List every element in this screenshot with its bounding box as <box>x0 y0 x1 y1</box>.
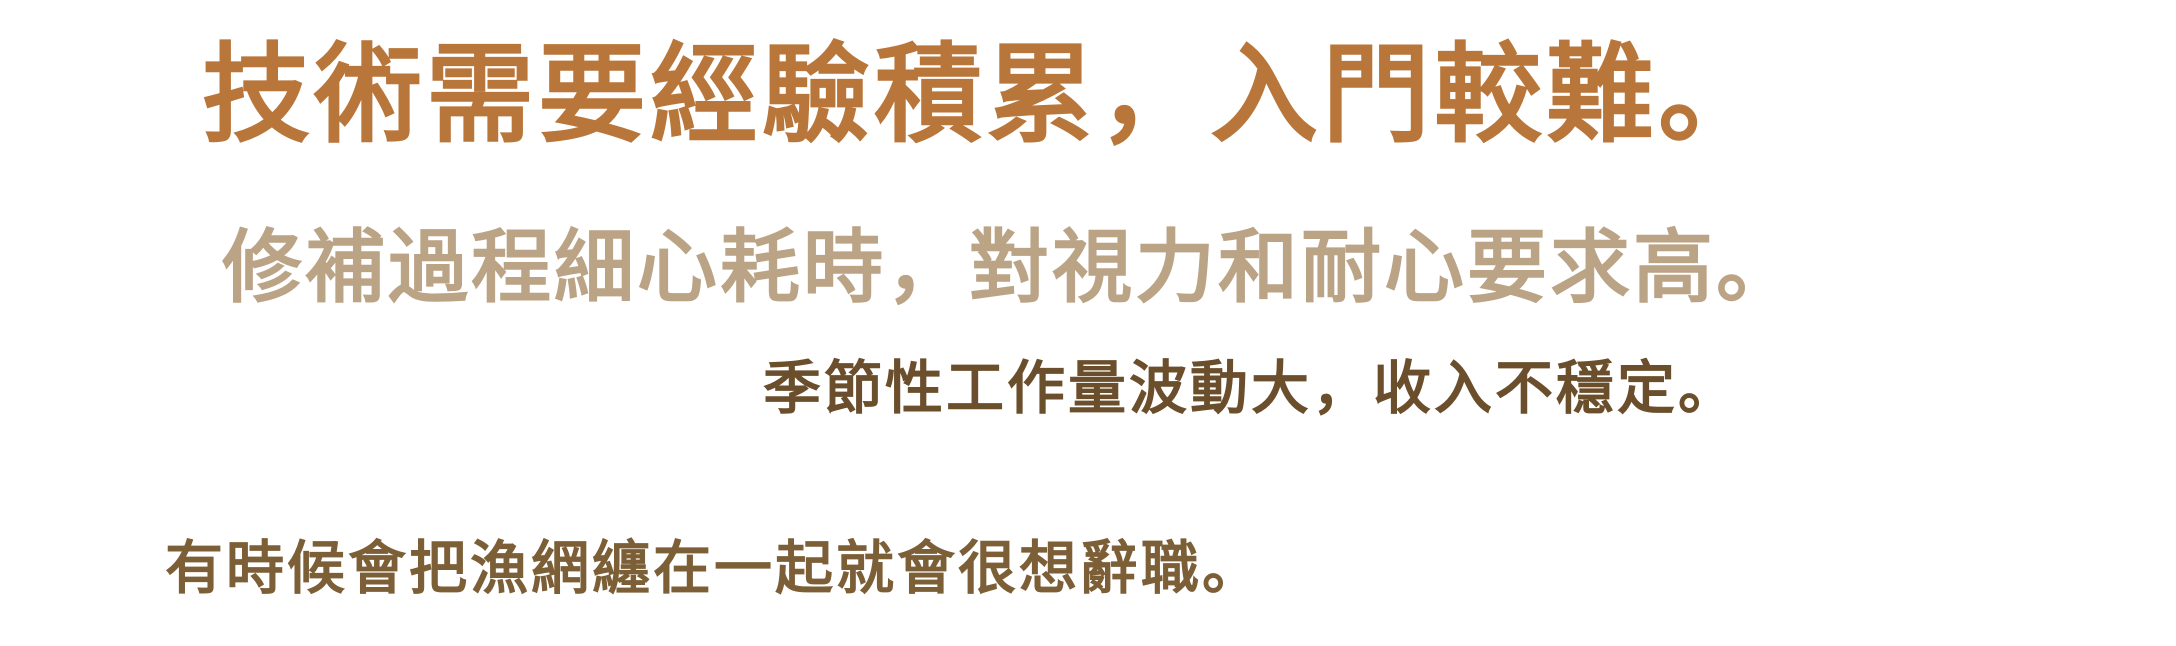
remark-text: 有時候會把漁網纏在一起就會很想辭職。 <box>165 534 1264 602</box>
note-text: 季節性工作量波動大，收入不穩定。 <box>763 354 1740 422</box>
subline-text: 修補過程細心耗時，對視力和耐心要求高。 <box>222 221 1799 314</box>
headline-text: 技術需要經驗積累，入門較難。 <box>202 33 1771 158</box>
